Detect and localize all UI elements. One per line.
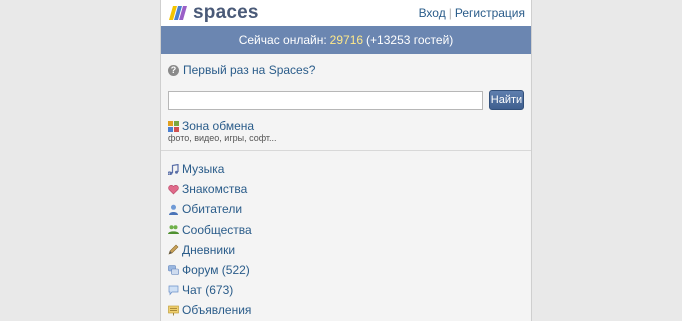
menu-item-dating[interactable]: Знакомства [168, 179, 524, 199]
online-count[interactable]: 29716 [330, 33, 363, 47]
first-time-row: ? Первый раз на Spaces? [168, 62, 524, 78]
first-time-link[interactable]: Первый раз на Spaces? [183, 63, 315, 77]
guests-count: (+13253 гостей) [366, 33, 454, 47]
intro-section: ? Первый раз на Spaces? Найти Зона обмен… [161, 54, 531, 143]
logo-text: spaces [193, 2, 259, 23]
menu-item-label[interactable]: Дневники [182, 243, 235, 257]
search-input[interactable] [168, 90, 483, 110]
menu-item-label[interactable]: Знакомства [182, 182, 247, 196]
question-mark-icon: ? [168, 64, 179, 76]
main-menu: Музыка Знакомства Обитатели Сообщества Д… [161, 151, 531, 321]
exchange-line: Зона обмена [168, 119, 524, 133]
auth-separator: | [448, 6, 452, 20]
menu-item-label[interactable]: Объявления [182, 303, 251, 317]
spaces-logo-icon [169, 6, 187, 20]
music-note-icon [168, 163, 179, 175]
search-button[interactable]: Найти [489, 90, 524, 110]
menu-item-forum[interactable]: Форум (522) [168, 260, 524, 280]
exchange-zone: Зона обмена фото, видео, игры, софт... [168, 119, 524, 143]
user-icon [169, 204, 178, 215]
header: spaces Вход | Регистрация [161, 0, 531, 26]
search-row: Найти [168, 90, 524, 110]
menu-item-chat[interactable]: Чат (673) [168, 280, 524, 300]
auth-links: Вход | Регистрация [419, 6, 525, 20]
menu-item-label[interactable]: Чат (673) [182, 283, 233, 297]
chat-bubble-icon [168, 285, 179, 296]
menu-item-label[interactable]: Сообщества [182, 223, 252, 237]
menu-item-diaries[interactable]: Дневники [168, 240, 524, 260]
menu-item-label[interactable]: Форум (522) [182, 263, 250, 277]
logo[interactable]: spaces [167, 2, 259, 24]
menu-item-label[interactable]: Музыка [182, 162, 224, 176]
page-container: spaces Вход | Регистрация Сейчас онлайн: 2… [160, 0, 532, 321]
pen-icon [168, 244, 179, 255]
menu-item-residents[interactable]: Обитатели [168, 199, 524, 219]
menu-item-label[interactable]: Обитатели [182, 202, 242, 216]
online-label: Сейчас онлайн: [238, 33, 327, 47]
register-link[interactable]: Регистрация [455, 6, 525, 20]
exchange-subtitle: фото, видео, игры, софт... [168, 133, 277, 143]
ads-board-icon [168, 305, 179, 316]
login-link[interactable]: Вход [419, 6, 446, 20]
forum-icon [168, 264, 179, 275]
grid-icon [168, 120, 179, 132]
menu-item-communities[interactable]: Сообщества [168, 220, 524, 240]
heart-icon [168, 184, 179, 195]
menu-item-music[interactable]: Музыка [168, 159, 524, 179]
online-status-bar: Сейчас онлайн: 29716 (+13253 гостей) [161, 26, 531, 54]
exchange-link[interactable]: Зона обмена [182, 119, 254, 133]
menu-item-ads[interactable]: Объявления [168, 300, 524, 320]
group-icon [168, 225, 179, 235]
